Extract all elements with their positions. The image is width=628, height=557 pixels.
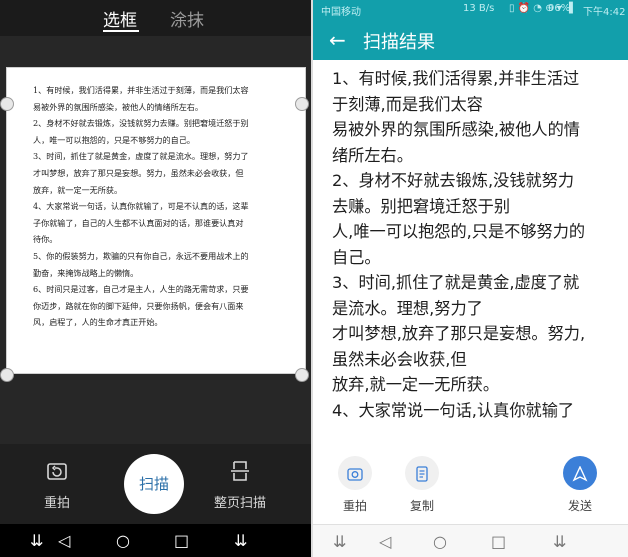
- app-bar: ← 扫描结果: [313, 20, 628, 60]
- result-line: 3、时间,抓住了就是黄金,虚度了就: [332, 273, 580, 292]
- result-line: 去赚。别把窘境迁怒于别: [332, 196, 511, 216]
- doc-line: 人，唯一可以抱怨的，只是不够努力的自己。: [33, 134, 195, 145]
- retake-icon: [47, 463, 67, 480]
- doc-line: 6、时间只是过客，自己才是主人，人生的路无需苛求，只要: [33, 284, 249, 295]
- retake-button[interactable]: 重拍: [44, 460, 70, 511]
- battery-percent: 96%: [548, 3, 571, 14]
- recent-apps-icon[interactable]: □: [174, 531, 189, 550]
- doc-line: 1、有时候，我们活得累，并非生活过于刻薄，而是我们太容: [33, 85, 249, 95]
- back-arrow-icon[interactable]: ←: [329, 28, 346, 52]
- notification-pull-icon[interactable]: ⇊: [553, 532, 566, 551]
- status-bar: 中国移动 13 B/s ▯ ⏰ ◔ ⊕ ▾ ▐ 96% 下午4:42: [313, 0, 628, 20]
- doc-line: 3、时间，抓住了就是黄金，虚度了就是流水。理想，努力了: [33, 151, 249, 162]
- doc-line: 子你就输了，自己的人生都不认真面对的话，那谁要认真对: [33, 217, 244, 228]
- home-icon[interactable]: ○: [116, 531, 130, 550]
- full-page-scan-button[interactable]: 整页扫描: [214, 460, 266, 511]
- retake-label: 重拍: [44, 496, 71, 511]
- result-line: 4、大家常说一句话,认真你就输了: [332, 400, 575, 420]
- page-title: 扫描结果: [363, 32, 435, 53]
- crop-handle-top-right[interactable]: [295, 97, 309, 111]
- tab-underline: [103, 30, 139, 32]
- scan-result-panel: 中国移动 13 B/s ▯ ⏰ ◔ ⊕ ▾ ▐ 96% 下午4:42 ← 扫描结…: [313, 0, 628, 557]
- network-speed: 13 B/s: [463, 3, 495, 14]
- result-line: 才叫梦想,放弃了那只是妄想。努力,: [332, 324, 586, 343]
- result-line: 1、有时候,我们活得累,并非生活过: [332, 69, 580, 88]
- crop-handle-top-left[interactable]: [0, 97, 14, 111]
- crop-handle-bottom-right[interactable]: [295, 368, 309, 382]
- result-line: 放弃,就一定一无所获。: [332, 375, 500, 394]
- document-preview: 1、有时候，我们活得累，并非生活过于刻薄，而是我们太容 易被外界的氛围所感染，被…: [6, 67, 306, 374]
- result-line: 虽然未必会收获,但: [332, 349, 467, 369]
- send-button[interactable]: 发送: [563, 456, 597, 514]
- ocr-result-text[interactable]: 1、有时候,我们活得累,并非生活过 于刻薄,而是我们太容 易被外界的氛围所感染,…: [332, 66, 624, 423]
- status-time: 下午4:42: [583, 7, 626, 18]
- doc-line: 放弃，就一定一无所获。: [33, 184, 123, 195]
- copy-icon: [405, 456, 439, 490]
- home-icon[interactable]: ○: [433, 532, 447, 551]
- camera-panel: 选框 涂抹 1、有时候，我们活得累，并非生活过于刻薄，而是我们太容 易被外界的氛…: [0, 0, 311, 557]
- system-nav-bar-left: ⇊ ◁ ○ □ ⇊: [0, 524, 311, 557]
- send-label: 发送: [567, 499, 592, 513]
- carrier-name: 中国移动: [321, 7, 361, 18]
- retake-action-button[interactable]: 重拍: [338, 456, 372, 514]
- result-line: 是流水。理想,努力了: [332, 298, 483, 318]
- retake-icon: [338, 456, 372, 490]
- result-line: 易被外界的氛围所感染,被他人的情: [332, 120, 580, 139]
- doc-line: 4、大家常说一句话，认真你就输了，可是不认真的话，这辈: [33, 201, 249, 212]
- back-icon[interactable]: ◁: [58, 531, 70, 550]
- doc-line: 你迈步，路就在你的脚下延伸，只要你扬帆，便会有八面来: [33, 300, 244, 311]
- scan-button[interactable]: 扫描: [124, 454, 184, 514]
- copy-button[interactable]: 复制: [405, 456, 439, 514]
- doc-line: 易被外界的氛围所感染，被他人的情绪所左右。: [33, 101, 203, 112]
- full-page-scan-icon: [231, 461, 249, 481]
- back-icon[interactable]: ◁: [379, 532, 391, 551]
- down-icon[interactable]: ⇊: [333, 532, 346, 551]
- document-text: 1、有时候，我们活得累，并非生活过于刻薄，而是我们太容 易被外界的氛围所感染，被…: [7, 68, 305, 331]
- result-line: 人,唯一可以抱怨的,只是不够努力的: [332, 222, 586, 241]
- result-line: 2、身材不好就去锻炼,没钱就努力: [332, 171, 575, 190]
- send-icon: [563, 456, 597, 490]
- doc-line: 待你。: [33, 234, 58, 245]
- mode-tabs: 选框 涂抹: [0, 0, 311, 36]
- copy-label: 复制: [409, 499, 434, 513]
- result-line: 绪所左右。: [332, 145, 413, 165]
- notification-pull-icon[interactable]: ⇊: [234, 531, 247, 550]
- full-page-scan-label: 整页扫描: [214, 496, 267, 511]
- doc-line: 勤奋，来掩饰战略上的懒惰。: [33, 267, 139, 278]
- result-line: 自己。: [332, 247, 381, 267]
- result-line: 于刻薄,而是我们太容: [332, 94, 483, 114]
- crop-handle-bottom-left[interactable]: [0, 368, 14, 382]
- down-icon[interactable]: ⇊: [30, 531, 43, 550]
- doc-line: 风，启程了，人的生命才真正开始。: [33, 317, 163, 328]
- doc-line: 5、你的假装努力，欺骗的只有你自己，永远不要用战术上的: [33, 250, 249, 261]
- recent-apps-icon[interactable]: □: [491, 532, 506, 551]
- system-nav-bar-right: ⇊ ◁ ○ □ ⇊: [313, 524, 628, 557]
- tab-smear[interactable]: 涂抹: [170, 6, 204, 31]
- retake-action-label: 重拍: [342, 499, 367, 513]
- result-action-bar: 重拍 复制 发送: [313, 448, 628, 524]
- doc-line: 2、身材不好就去锻炼，没钱就努力去赚。别把窘境迁怒于别: [33, 118, 249, 129]
- tab-select-box[interactable]: 选框: [103, 6, 137, 31]
- doc-line: 才叫梦想，放弃了那只是妄想。努力，虽然未必会收获，但: [33, 167, 244, 178]
